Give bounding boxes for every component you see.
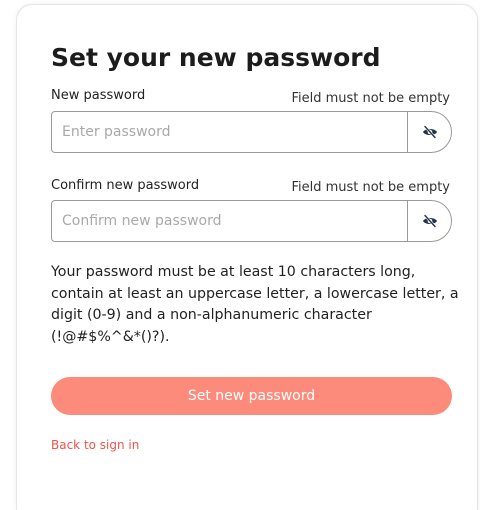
back-to-sign-in-link[interactable]: Back to sign in (51, 436, 139, 454)
set-new-password-button[interactable]: Set new password (51, 377, 452, 415)
eye-slash-icon (422, 124, 438, 140)
page-title: Set your new password (51, 43, 381, 72)
password-reset-card (16, 4, 478, 510)
new-password-label: New password (51, 88, 146, 103)
confirm-password-group (51, 200, 452, 242)
eye-slash-icon (422, 213, 438, 229)
password-requirements: Your password must be at least 10 charac… (51, 264, 459, 345)
new-password-group (51, 111, 452, 153)
confirm-password-error: Field must not be empty (291, 180, 450, 195)
confirm-password-input[interactable] (52, 201, 407, 241)
toggle-confirm-password-visibility-button[interactable] (407, 201, 451, 241)
new-password-error: Field must not be empty (291, 91, 450, 106)
confirm-password-label: Confirm new password (51, 178, 200, 193)
new-password-input[interactable] (52, 112, 407, 152)
toggle-new-password-visibility-button[interactable] (407, 112, 451, 152)
